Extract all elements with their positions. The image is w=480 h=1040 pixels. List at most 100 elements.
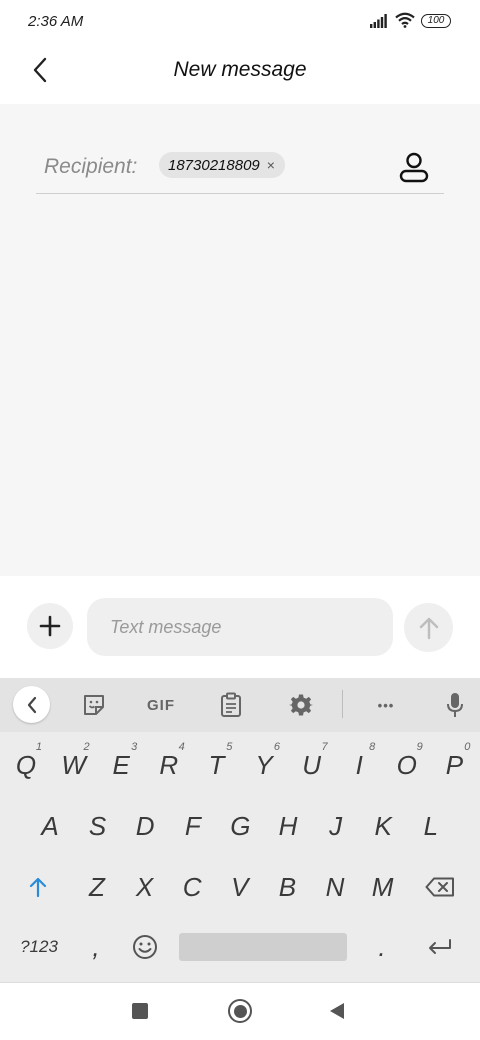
recipient-chip[interactable]: 18730218809 × bbox=[159, 152, 285, 178]
microphone-icon bbox=[447, 693, 463, 717]
chevron-left-icon bbox=[27, 696, 36, 713]
status-time: 2:36 AM bbox=[28, 13, 84, 30]
backspace-key[interactable] bbox=[416, 859, 464, 915]
key-label: E bbox=[112, 749, 130, 780]
key-m[interactable]: M bbox=[359, 859, 407, 915]
key-v[interactable]: V bbox=[216, 859, 264, 915]
key-u[interactable]: U7 bbox=[288, 737, 336, 793]
key-label: P bbox=[445, 749, 464, 780]
recipient-chip-text: 18730218809 bbox=[168, 156, 260, 174]
key-hint: 2 bbox=[83, 741, 90, 753]
key-hint: 9 bbox=[416, 741, 423, 753]
key-label: O bbox=[396, 749, 417, 780]
clipboard-icon bbox=[221, 692, 241, 717]
remove-recipient-icon[interactable]: × bbox=[267, 158, 275, 172]
more-button[interactable]: ••• bbox=[366, 686, 406, 724]
key-label: I bbox=[355, 749, 363, 780]
key-label: R bbox=[159, 749, 179, 780]
key-r[interactable]: R4 bbox=[145, 737, 193, 793]
send-button[interactable] bbox=[404, 603, 453, 652]
recent-apps-icon[interactable] bbox=[132, 1003, 148, 1019]
wifi-icon bbox=[395, 12, 415, 28]
key-label: G bbox=[230, 810, 251, 841]
key-label: L bbox=[423, 810, 439, 841]
person-icon[interactable] bbox=[396, 150, 432, 186]
key-g[interactable]: G bbox=[216, 798, 264, 854]
enter-key[interactable] bbox=[416, 919, 464, 975]
key-c[interactable]: C bbox=[168, 859, 216, 915]
key-label: B bbox=[278, 871, 297, 902]
key-hint: 0 bbox=[464, 741, 471, 753]
key-a[interactable]: A bbox=[26, 798, 74, 854]
backspace-icon bbox=[425, 877, 454, 897]
key-o[interactable]: O9 bbox=[383, 737, 431, 793]
key-label: C bbox=[182, 871, 202, 902]
keyboard-collapse-button[interactable] bbox=[13, 686, 50, 723]
key-label: H bbox=[278, 810, 298, 841]
key-x[interactable]: X bbox=[121, 859, 169, 915]
key-w[interactable]: W2 bbox=[50, 737, 98, 793]
key-label: N bbox=[325, 871, 345, 902]
plus-icon bbox=[39, 615, 61, 637]
key-q[interactable]: Q1 bbox=[2, 737, 50, 793]
key-i[interactable]: I8 bbox=[335, 737, 383, 793]
key-label: T bbox=[208, 749, 225, 780]
key-hint: 8 bbox=[369, 741, 376, 753]
key-label: Z bbox=[89, 871, 105, 902]
key-d[interactable]: D bbox=[121, 798, 169, 854]
settings-button[interactable] bbox=[281, 686, 321, 724]
key-n[interactable]: N bbox=[311, 859, 359, 915]
key-hint: 7 bbox=[321, 741, 328, 753]
period-key[interactable]: . bbox=[358, 919, 406, 975]
shift-key[interactable] bbox=[14, 859, 62, 915]
recipient-label: Recipient: bbox=[44, 155, 138, 178]
key-y[interactable]: Y6 bbox=[240, 737, 288, 793]
key-s[interactable]: S bbox=[74, 798, 122, 854]
key-t[interactable]: T5 bbox=[192, 737, 240, 793]
key-label: Q bbox=[15, 749, 37, 780]
gif-button[interactable]: GIF bbox=[141, 686, 181, 724]
key-hint: 6 bbox=[273, 741, 280, 753]
sticker-button[interactable] bbox=[74, 686, 114, 724]
key-hint: 3 bbox=[131, 741, 138, 753]
toolbar-divider bbox=[342, 690, 343, 718]
page-title: New message bbox=[173, 58, 307, 81]
key-label: F bbox=[184, 810, 201, 841]
home-dot bbox=[233, 1004, 247, 1018]
home-icon[interactable] bbox=[228, 999, 252, 1023]
gear-icon bbox=[289, 694, 313, 716]
key-label: V bbox=[231, 871, 249, 902]
key-label: A bbox=[41, 810, 59, 841]
key-label: X bbox=[135, 871, 154, 902]
key-l[interactable]: L bbox=[407, 798, 455, 854]
recipient-divider bbox=[36, 193, 444, 194]
attach-button[interactable] bbox=[27, 603, 73, 649]
clipboard-button[interactable] bbox=[211, 686, 251, 724]
key-label: J bbox=[329, 810, 343, 841]
message-input[interactable] bbox=[87, 598, 393, 656]
symbols-key[interactable]: ?123 bbox=[14, 919, 64, 975]
back-triangle-icon[interactable] bbox=[330, 1003, 344, 1019]
key-j[interactable]: J bbox=[312, 798, 360, 854]
key-hint: 1 bbox=[35, 741, 42, 753]
key-k[interactable]: K bbox=[359, 798, 407, 854]
space-key[interactable] bbox=[179, 933, 347, 961]
key-b[interactable]: B bbox=[263, 859, 311, 915]
key-f[interactable]: F bbox=[169, 798, 217, 854]
voice-input-button[interactable] bbox=[435, 686, 475, 724]
key-z[interactable]: Z bbox=[73, 859, 121, 915]
key-e[interactable]: E3 bbox=[97, 737, 145, 793]
key-hint: 5 bbox=[226, 741, 233, 753]
key-label: D bbox=[135, 810, 155, 841]
sticker-icon bbox=[84, 695, 104, 715]
key-hint: 4 bbox=[178, 741, 185, 753]
emoji-key[interactable] bbox=[121, 919, 169, 975]
arrow-up-icon bbox=[419, 617, 438, 639]
shift-arrow-icon bbox=[29, 877, 47, 898]
key-p[interactable]: P0 bbox=[430, 737, 478, 793]
key-label: W bbox=[61, 749, 86, 780]
comma-key[interactable]: , bbox=[72, 919, 120, 975]
key-label: K bbox=[374, 810, 392, 841]
key-h[interactable]: H bbox=[264, 798, 312, 854]
emoji-icon bbox=[133, 935, 157, 959]
